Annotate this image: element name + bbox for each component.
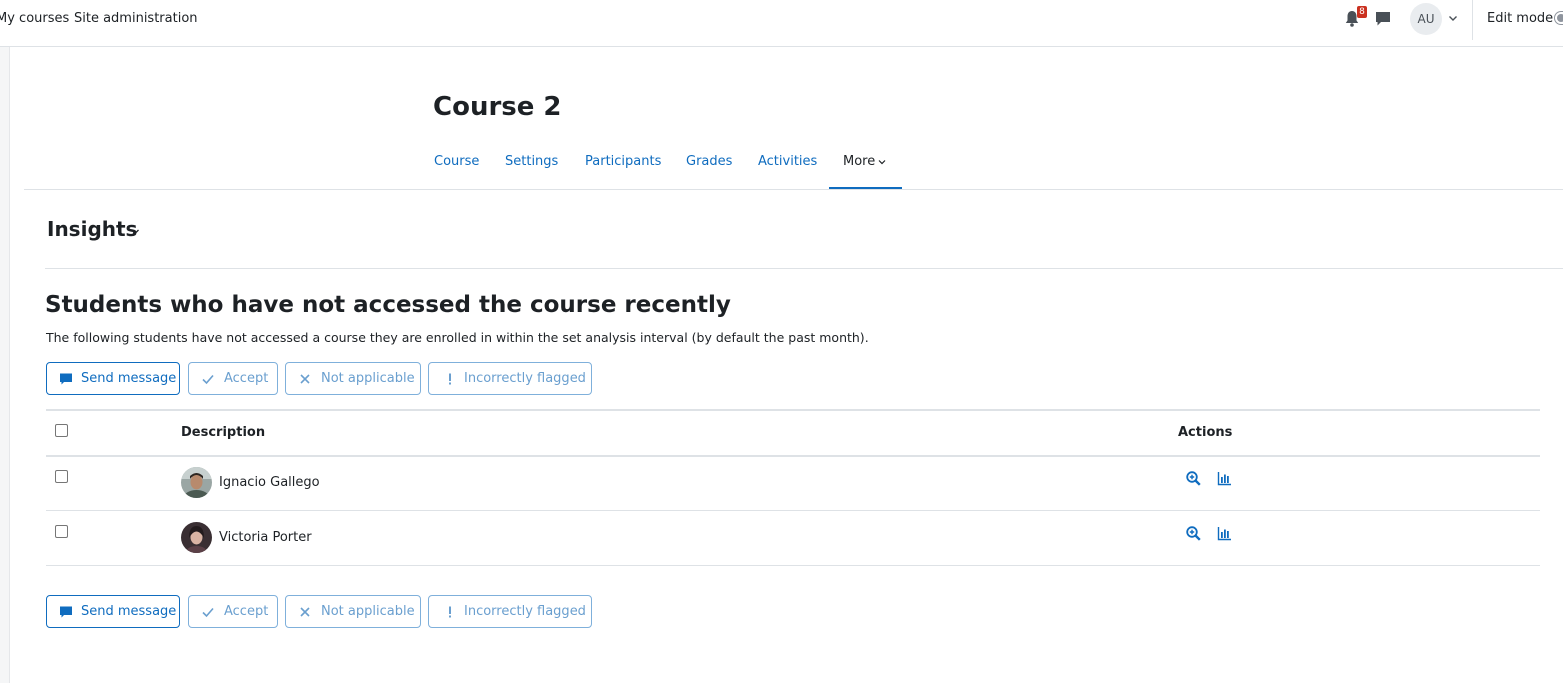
column-header-description: Description: [181, 425, 266, 440]
accept-label: Accept: [224, 371, 269, 386]
incorrectly-flagged-label: Incorrectly flagged: [464, 371, 586, 386]
not-applicable-label: Not applicable: [321, 371, 415, 386]
close-icon: [300, 374, 310, 384]
tab-settings[interactable]: Settings: [505, 154, 558, 169]
nav-site-administration[interactable]: Site administration: [74, 11, 198, 26]
edit-mode-toggle[interactable]: [1554, 11, 1563, 25]
send-message-label: Send message: [81, 371, 177, 386]
left-drawer-edge: [0, 47, 10, 683]
insight-description: The following students have not accessed…: [46, 330, 869, 345]
chevron-down-icon: [878, 159, 886, 164]
send-message-button[interactable]: Send message: [46, 595, 180, 628]
accept-label: Accept: [224, 604, 269, 619]
column-header-actions: Actions: [1178, 425, 1233, 440]
tab-more[interactable]: More: [843, 154, 886, 169]
chevron-down-icon[interactable]: [131, 228, 140, 235]
check-icon: [202, 374, 214, 385]
bar-chart-icon[interactable]: [1217, 526, 1232, 541]
edit-mode-label: Edit mode: [1487, 11, 1554, 26]
insights-selector[interactable]: Insights: [47, 217, 137, 241]
row-checkbox[interactable]: [55, 470, 68, 483]
message-icon: [60, 606, 72, 618]
select-all-checkbox[interactable]: [55, 424, 68, 437]
chat-icon[interactable]: [1375, 11, 1391, 27]
chevron-down-icon[interactable]: [1448, 13, 1458, 23]
row-checkbox[interactable]: [55, 525, 68, 538]
send-message-button[interactable]: Send message: [46, 362, 180, 395]
incorrectly-flagged-label: Incorrectly flagged: [464, 604, 586, 619]
table-header-border: [46, 455, 1540, 457]
student-name[interactable]: Victoria Porter: [219, 530, 312, 545]
notification-badge: 8: [1357, 6, 1367, 18]
close-icon: [300, 607, 310, 617]
top-navbar: My courses Site administration 8 AU Edit…: [0, 0, 1563, 47]
row-divider: [46, 565, 1540, 566]
user-avatar[interactable]: AU: [1410, 3, 1442, 35]
accept-button[interactable]: Accept: [188, 595, 278, 628]
row-divider: [46, 510, 1540, 511]
send-message-label: Send message: [81, 604, 177, 619]
nav-my-courses[interactable]: My courses: [0, 11, 69, 26]
accept-button[interactable]: Accept: [188, 362, 278, 395]
exclamation-icon: [449, 373, 451, 385]
table-top-border: [46, 409, 1540, 411]
incorrectly-flagged-button[interactable]: Incorrectly flagged: [428, 362, 592, 395]
course-secondary-navigation: Course Settings Participants Grades Acti…: [24, 140, 1563, 190]
avatar[interactable]: [181, 522, 212, 553]
avatar[interactable]: [181, 467, 212, 498]
tab-course[interactable]: Course: [434, 154, 479, 169]
not-applicable-button[interactable]: Not applicable: [285, 595, 421, 628]
insight-heading: Students who have not accessed the cours…: [45, 292, 731, 318]
tab-participants[interactable]: Participants: [585, 154, 661, 169]
incorrectly-flagged-button[interactable]: Incorrectly flagged: [428, 595, 592, 628]
magnifier-plus-icon[interactable]: [1186, 526, 1201, 541]
course-title: Course 2: [433, 92, 562, 122]
not-applicable-button[interactable]: Not applicable: [285, 362, 421, 395]
tab-grades[interactable]: Grades: [686, 154, 732, 169]
check-icon: [202, 607, 214, 618]
divider: [45, 268, 1563, 269]
not-applicable-label: Not applicable: [321, 604, 415, 619]
navbar-divider: [1472, 0, 1473, 40]
tab-more-label: More: [843, 154, 876, 169]
active-tab-indicator: [829, 187, 902, 189]
exclamation-icon: [449, 606, 451, 618]
tab-activities[interactable]: Activities: [758, 154, 817, 169]
message-icon: [60, 373, 72, 385]
student-name[interactable]: Ignacio Gallego: [219, 475, 320, 490]
bar-chart-icon[interactable]: [1217, 471, 1232, 486]
magnifier-plus-icon[interactable]: [1186, 471, 1201, 486]
